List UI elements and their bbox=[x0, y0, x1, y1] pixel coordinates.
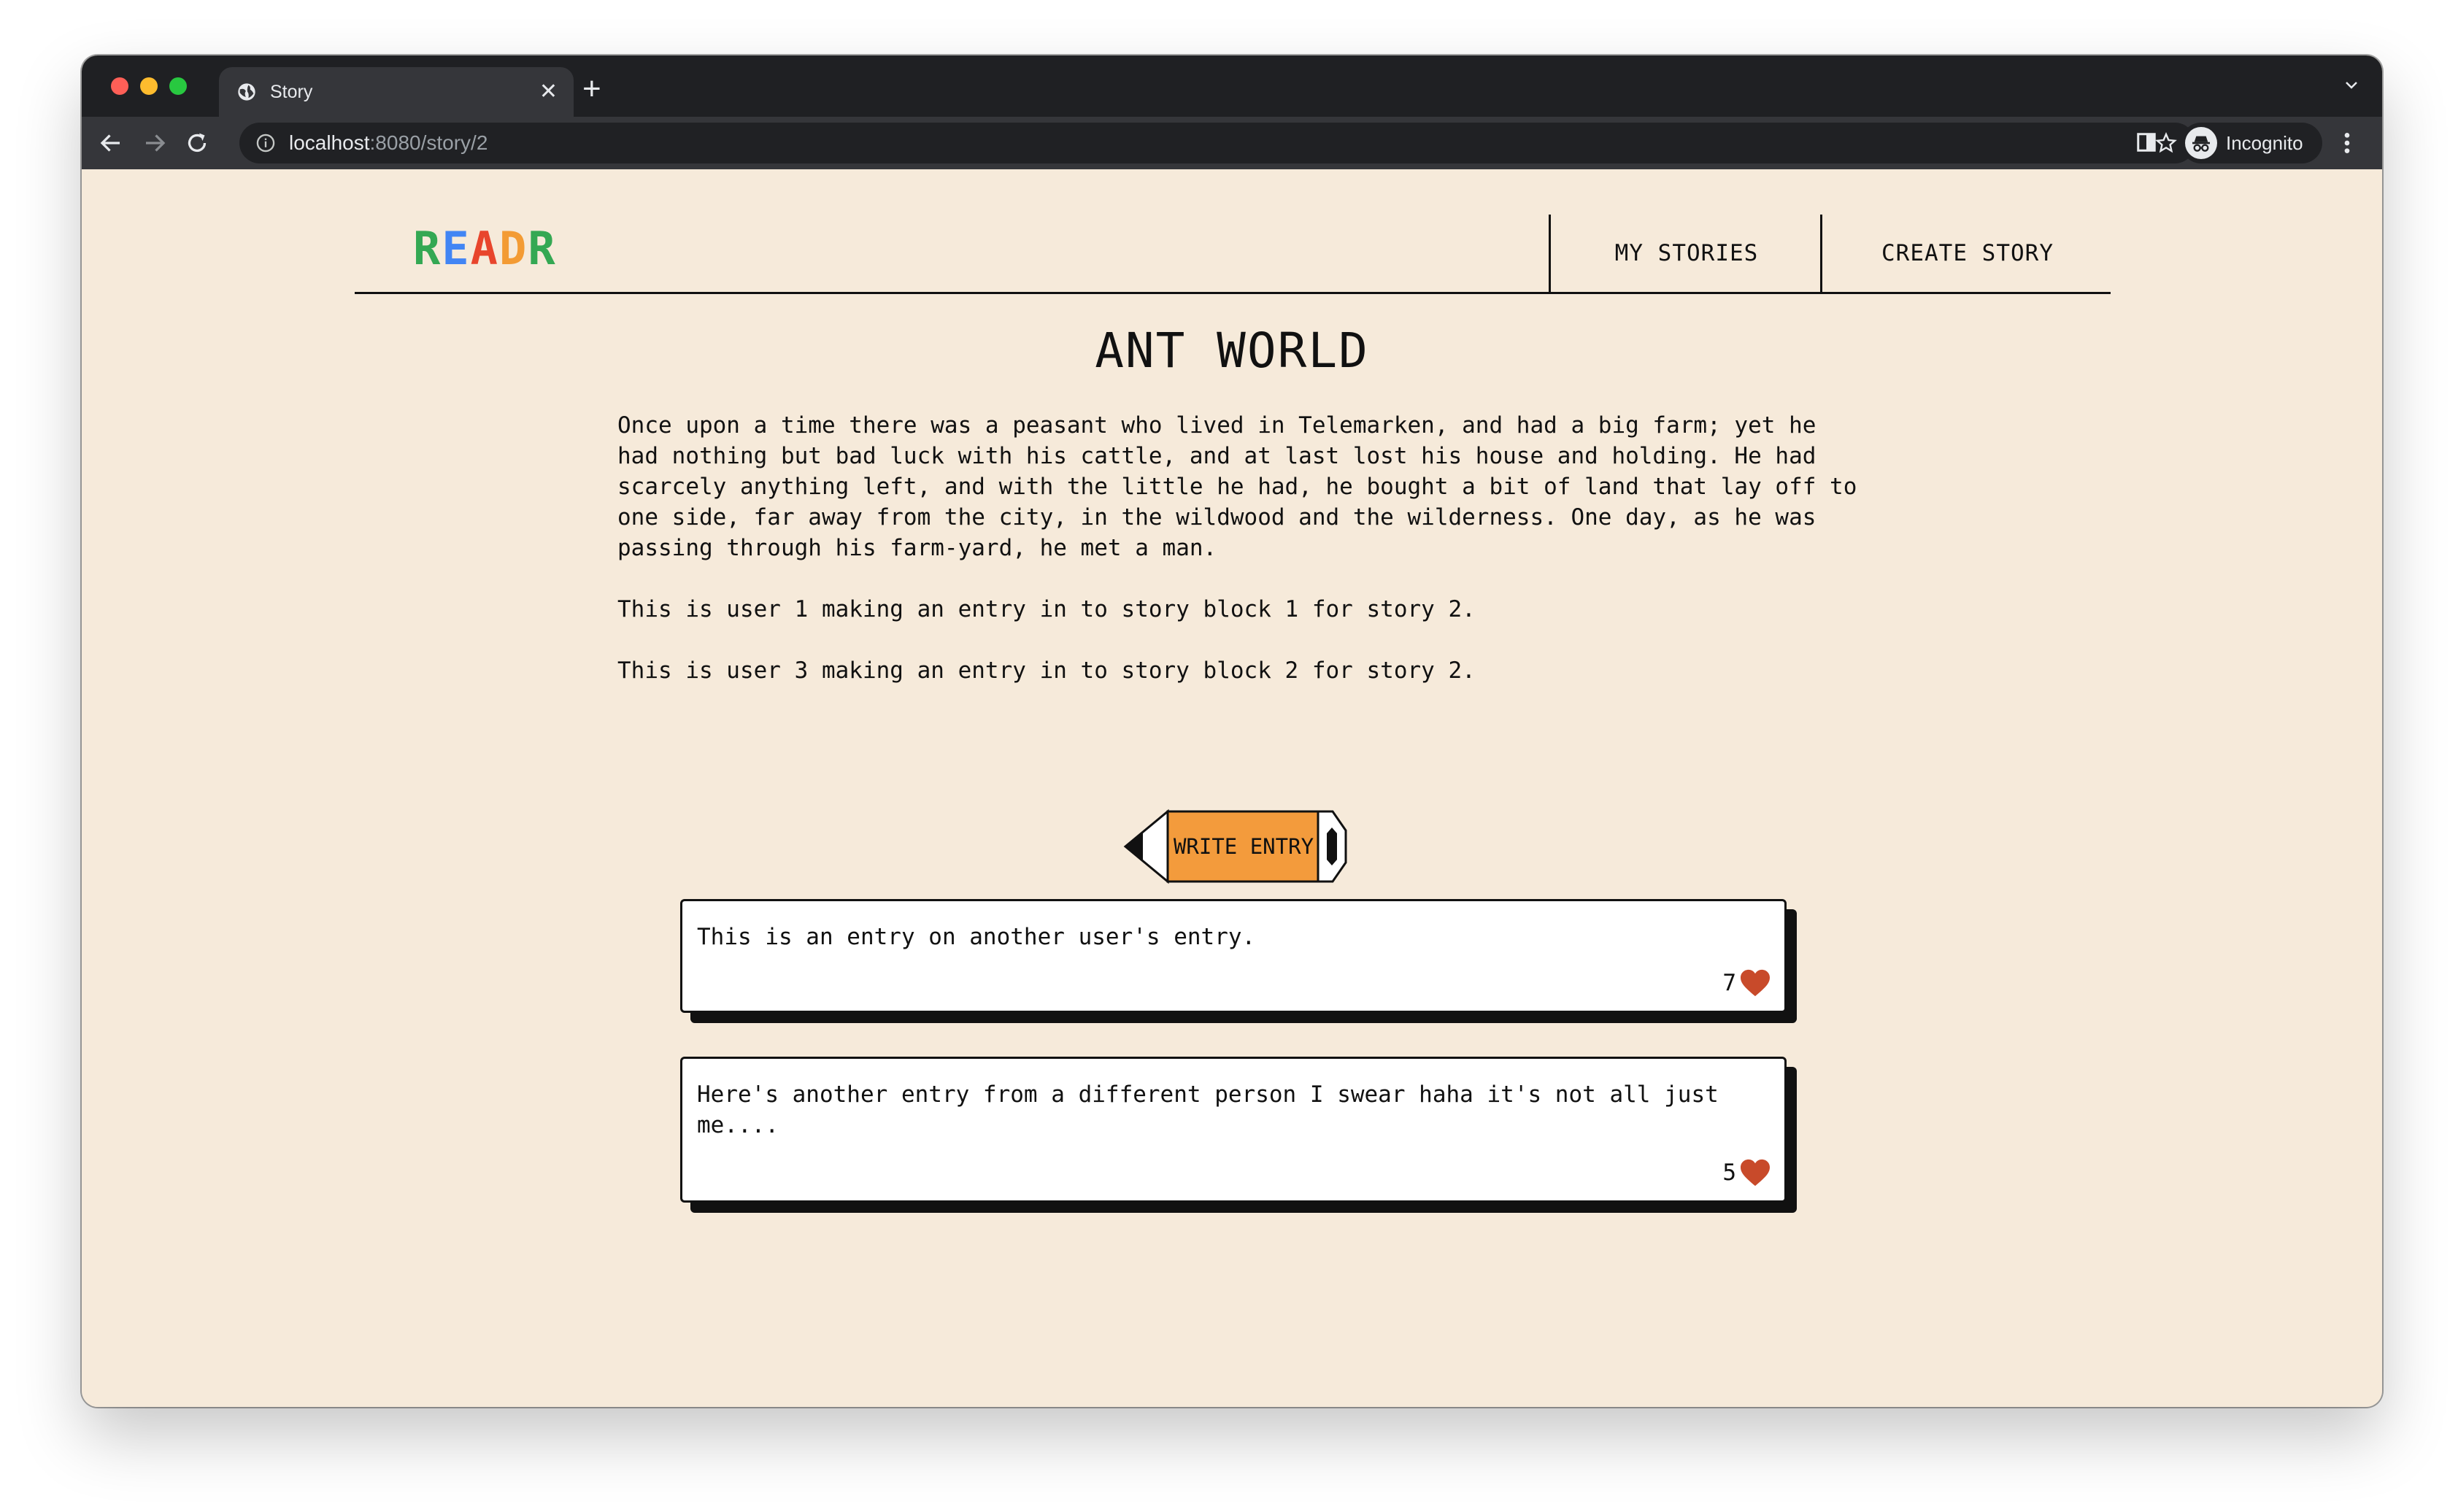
logo-letter: D bbox=[498, 222, 528, 275]
entry-card: This is an entry on another user's entry… bbox=[680, 899, 1787, 1013]
nav-my-stories[interactable]: MY STORIES bbox=[1549, 215, 1822, 292]
bookmark-star-icon[interactable] bbox=[2154, 131, 2178, 155]
tab-bar: Story ✕ + bbox=[82, 55, 2382, 117]
logo-letter: R bbox=[413, 222, 442, 275]
url-text: localhost:8080/story/2 bbox=[289, 131, 488, 154]
story-block: This is user 1 making an entry in to sto… bbox=[617, 596, 1476, 622]
close-tab-icon[interactable]: ✕ bbox=[539, 81, 558, 103]
incognito-icon bbox=[2185, 127, 2217, 159]
write-entry-button[interactable]: WRITE ENTRY bbox=[1122, 809, 1349, 884]
entry-card: Here's another entry from a different pe… bbox=[680, 1057, 1787, 1203]
story-title: ANT WORLD bbox=[1095, 323, 1369, 379]
globe-icon bbox=[238, 83, 255, 101]
address-bar[interactable]: localhost:8080/story/2 bbox=[239, 123, 2195, 163]
browser-toolbar: localhost:8080/story/2 Incognito bbox=[82, 117, 2382, 169]
logo-letter: E bbox=[442, 222, 471, 275]
readr-logo[interactable]: READR bbox=[413, 222, 557, 275]
logo-letter: A bbox=[470, 222, 499, 275]
incognito-label: Incognito bbox=[2226, 131, 2303, 154]
new-tab-button[interactable]: + bbox=[582, 73, 601, 105]
side-panel-icon[interactable] bbox=[2135, 131, 2157, 153]
forward-arrow-icon[interactable] bbox=[142, 130, 168, 156]
page-content: READR MY STORIES CREATE STORY ANT WORLD … bbox=[82, 169, 2382, 1407]
info-icon[interactable] bbox=[255, 133, 276, 153]
back-arrow-icon[interactable] bbox=[98, 130, 124, 156]
tab-title: Story bbox=[270, 81, 313, 102]
minimize-window-button[interactable] bbox=[140, 77, 158, 95]
heart-icon[interactable] bbox=[1739, 968, 1771, 998]
browser-window: Story ✕ + localhost:8080/story/2 Incogni… bbox=[82, 55, 2382, 1407]
like-count: 7 bbox=[1722, 970, 1736, 996]
like-counter[interactable]: 7 bbox=[1722, 968, 1771, 998]
like-count: 5 bbox=[1722, 1160, 1736, 1186]
story-block: Once upon a time there was a peasant who… bbox=[617, 412, 1857, 561]
close-window-button[interactable] bbox=[111, 77, 128, 95]
heart-icon[interactable] bbox=[1739, 1158, 1771, 1187]
nav-create-story[interactable]: CREATE STORY bbox=[1820, 215, 2113, 292]
write-entry-label: WRITE ENTRY bbox=[1173, 834, 1314, 859]
like-counter[interactable]: 5 bbox=[1722, 1158, 1771, 1187]
maximize-window-button[interactable] bbox=[169, 77, 187, 95]
site-header: READR MY STORIES CREATE STORY bbox=[355, 215, 2111, 294]
reload-icon[interactable] bbox=[184, 130, 210, 156]
incognito-profile-button[interactable]: Incognito bbox=[2181, 123, 2322, 163]
kebab-menu-icon[interactable] bbox=[2343, 131, 2351, 155]
tab-story[interactable]: Story ✕ bbox=[219, 67, 574, 117]
logo-letter: R bbox=[528, 222, 557, 275]
chevron-down-icon[interactable] bbox=[2343, 76, 2360, 93]
entry-text: Here's another entry from a different pe… bbox=[697, 1081, 1719, 1138]
story-block: This is user 3 making an entry in to sto… bbox=[617, 657, 1476, 684]
story-body: Once upon a time there was a peasant who… bbox=[617, 410, 1858, 717]
entry-text: This is an entry on another user's entry… bbox=[697, 924, 1256, 950]
